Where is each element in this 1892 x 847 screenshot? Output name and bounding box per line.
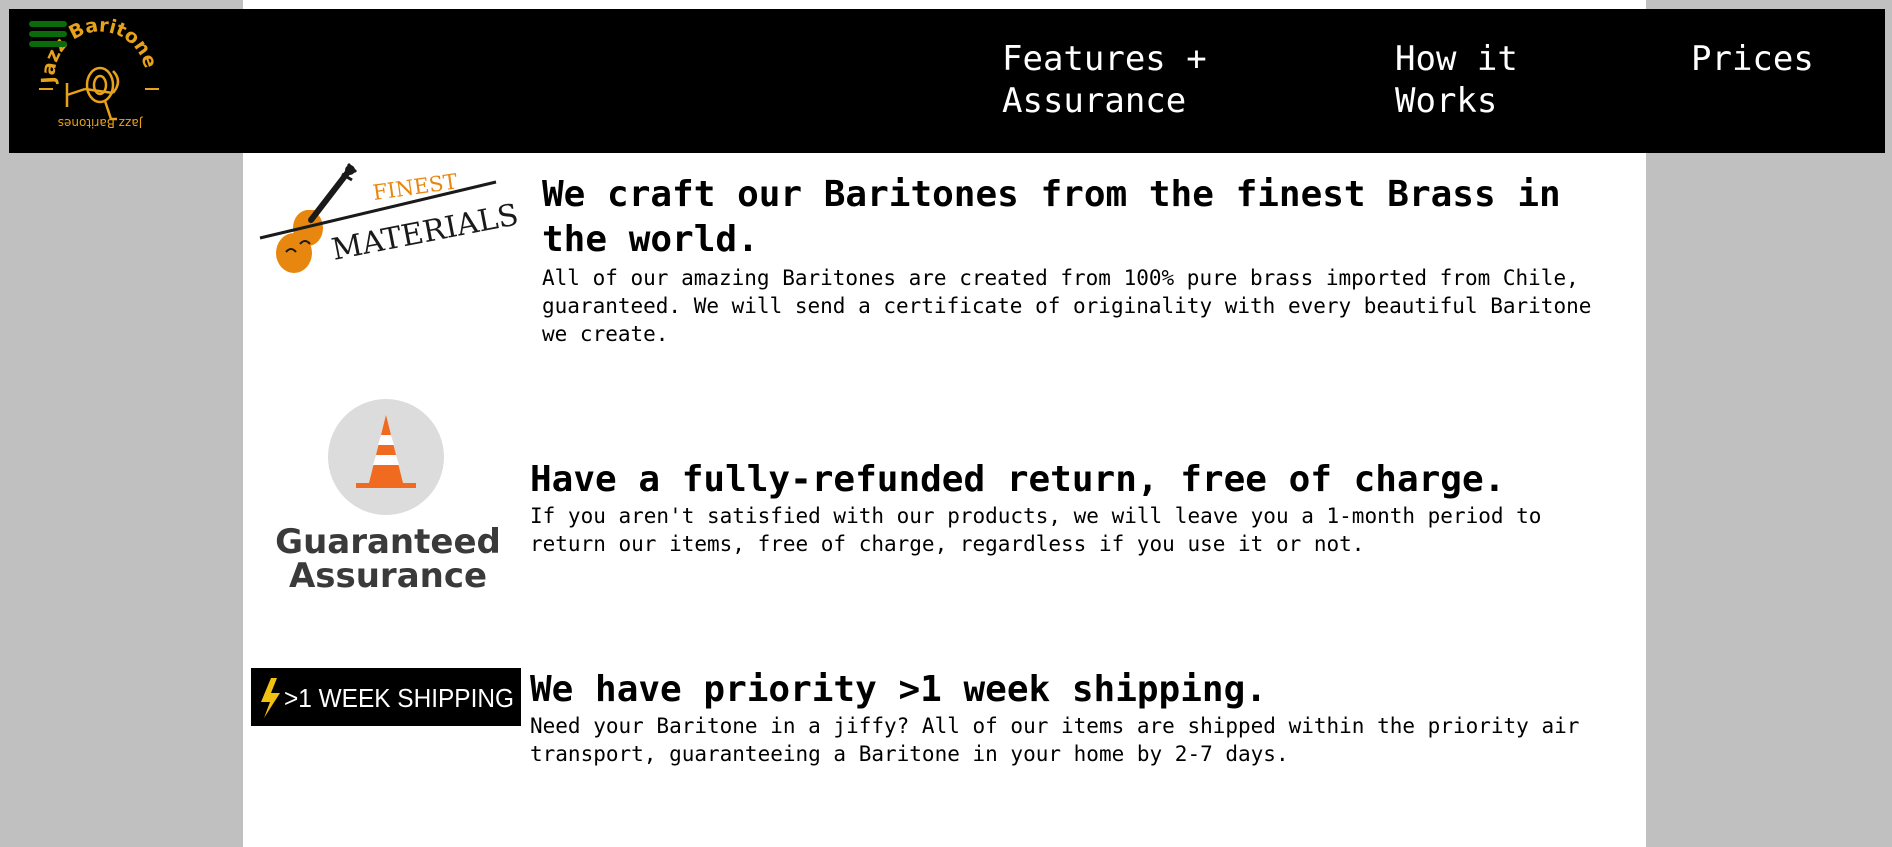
finest-materials-top: FINEST bbox=[371, 169, 458, 205]
top-navbar: Jazz Baritones Jazz Baritones Features +… bbox=[9, 9, 1885, 153]
finest-materials-bottom: MATERIALS bbox=[329, 197, 521, 267]
week-shipping-image: >1 WEEK SHIPPING bbox=[251, 668, 521, 726]
logo-text-bottom: Jazz Baritones bbox=[58, 116, 143, 130]
hamburger-bar bbox=[29, 31, 67, 37]
nav-features-assurance[interactable]: Features + Assurance bbox=[1002, 38, 1207, 122]
feature-text-returns: If you aren't satisfied with our product… bbox=[530, 504, 1542, 556]
guaranteed-assurance-image: Guaranteed Assurance bbox=[275, 399, 501, 595]
nav-prices-label: Prices bbox=[1691, 39, 1814, 79]
nav-features-line2: Assurance bbox=[1002, 81, 1187, 121]
assurance-text: Assurance bbox=[289, 556, 487, 595]
nav-how-line2: Works bbox=[1395, 81, 1498, 121]
hamburger-bar bbox=[29, 21, 67, 27]
feature-text-shipping: Need your Baritone in a jiffy? All of ou… bbox=[530, 714, 1580, 766]
week-shipping-text: >1 WEEK SHIPPING bbox=[284, 683, 514, 713]
nav-features-line1: Features + bbox=[1002, 39, 1207, 79]
nav-how-line1: How it bbox=[1395, 39, 1518, 79]
feature-title-shipping: We have priority >1 week shipping. bbox=[530, 669, 1267, 710]
finest-materials-image: FINEST MATERIALS bbox=[259, 162, 521, 273]
hamburger-menu-icon[interactable] bbox=[29, 21, 67, 55]
nav-prices[interactable]: Prices bbox=[1691, 38, 1814, 80]
trumpet-icon bbox=[65, 66, 120, 121]
feature-text-materials: All of our amazing Baritones are created… bbox=[542, 266, 1592, 346]
feature-title-returns: Have a fully-refunded return, free of ch… bbox=[530, 459, 1506, 500]
feature-title-materials: We craft our Baritones from the finest B… bbox=[542, 174, 1561, 260]
nav-how-it-works[interactable]: How it Works bbox=[1395, 38, 1518, 122]
hamburger-bar bbox=[29, 41, 67, 47]
